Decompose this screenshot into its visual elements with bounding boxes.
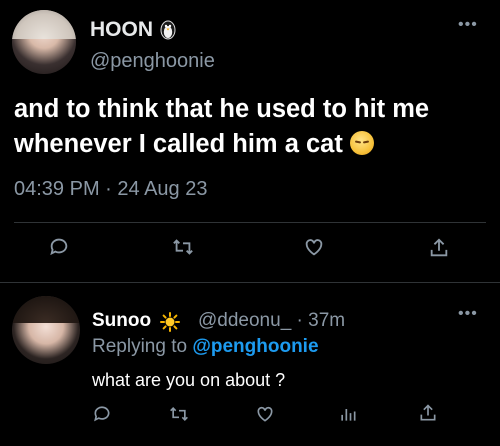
display-name[interactable]: Sunoo bbox=[92, 310, 151, 332]
retweet-icon[interactable] bbox=[171, 236, 195, 258]
retweet-icon[interactable] bbox=[168, 404, 190, 424]
avatar-hair bbox=[12, 10, 76, 39]
avatar[interactable] bbox=[12, 10, 76, 74]
handle-and-time[interactable]: @ddeonu_ · 37m bbox=[198, 310, 345, 332]
penguin-emoji-icon bbox=[160, 20, 176, 40]
tweet-text: and to think that he used to hit me when… bbox=[14, 92, 494, 162]
replying-prefix: Replying to bbox=[92, 336, 188, 357]
replying-handle-link[interactable]: @penghoonie bbox=[192, 336, 318, 357]
reply-icon[interactable] bbox=[92, 404, 112, 424]
tweet-timestamp[interactable]: 04:39 PM · 24 Aug 23 bbox=[14, 178, 207, 201]
display-name[interactable]: HOON bbox=[90, 18, 153, 42]
sun-emoji-icon bbox=[160, 312, 180, 332]
pensive-face-emoji-icon bbox=[349, 131, 374, 155]
reply-icon[interactable] bbox=[48, 236, 70, 258]
divider bbox=[14, 222, 486, 223]
share-icon[interactable] bbox=[418, 402, 438, 424]
main-tweet: HOON @penghoonie ••• and to think that h… bbox=[0, 0, 500, 280]
handle[interactable]: @penghoonie bbox=[90, 50, 215, 73]
more-dots-icon[interactable]: ••• bbox=[458, 16, 478, 34]
avatar[interactable] bbox=[12, 296, 80, 364]
avatar-hair bbox=[12, 296, 80, 324]
reply-text: what are you on about ? bbox=[92, 370, 286, 390]
like-icon[interactable] bbox=[254, 404, 276, 424]
share-icon[interactable] bbox=[428, 236, 450, 260]
like-icon[interactable] bbox=[302, 236, 326, 258]
analytics-icon[interactable] bbox=[338, 404, 358, 424]
more-dots-icon[interactable]: ••• bbox=[458, 305, 478, 323]
divider bbox=[0, 282, 500, 283]
replying-to: Replying to @penghoonie bbox=[92, 336, 319, 358]
